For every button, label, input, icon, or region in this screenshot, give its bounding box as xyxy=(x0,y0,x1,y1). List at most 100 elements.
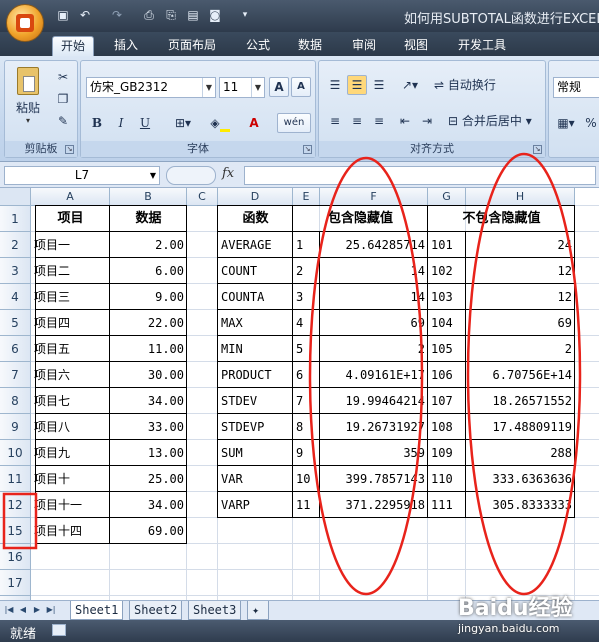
function-name-cell[interactable]: STDEV xyxy=(218,388,293,414)
item-name-cell[interactable]: 项目十一 xyxy=(31,492,110,518)
row-header-3[interactable]: 3 xyxy=(0,258,31,284)
include-hidden-value-cell[interactable]: 19.26731927 xyxy=(320,414,428,440)
function-name-cell[interactable]: MIN xyxy=(218,336,293,362)
item-name-cell[interactable]: 项目三 xyxy=(31,284,110,310)
item-name-cell[interactable]: 项目五 xyxy=(31,336,110,362)
copy-icon[interactable]: ❐ xyxy=(53,89,73,109)
align-center-icon[interactable]: ≡ xyxy=(347,111,367,131)
select-all-corner[interactable] xyxy=(0,188,31,206)
function-code-cell[interactable]: 8 xyxy=(293,414,320,440)
number-format-select[interactable]: 常规 xyxy=(553,77,599,98)
sheet-tab-3[interactable]: Sheet3 xyxy=(188,601,242,620)
function-code-hidden-cell[interactable]: 110 xyxy=(428,466,466,492)
bold-button[interactable]: B xyxy=(87,113,107,133)
function-code-cell[interactable]: 1 xyxy=(293,232,320,258)
header-exclude-hidden[interactable]: 不包含隐藏值 xyxy=(428,206,575,232)
function-name-cell[interactable]: COUNT xyxy=(218,258,293,284)
tab-home[interactable]: 开始 xyxy=(52,36,95,56)
currency-format-icon[interactable]: ▦▾ xyxy=(553,113,579,133)
font-color-button[interactable]: A xyxy=(239,113,269,133)
exclude-hidden-value-cell[interactable]: 12 xyxy=(466,258,575,284)
macro-record-icon[interactable] xyxy=(52,624,66,636)
function-name-cell[interactable]: AVERAGE xyxy=(218,232,293,258)
row-header-5[interactable]: 5 xyxy=(0,310,31,336)
item-value-cell[interactable]: 69.00 xyxy=(110,518,187,544)
row-header-6[interactable]: 6 xyxy=(0,336,31,362)
function-code-hidden-cell[interactable]: 102 xyxy=(428,258,466,284)
row-header-17[interactable]: 17 xyxy=(0,570,31,596)
prev-sheet-icon[interactable]: ◀ xyxy=(18,604,28,616)
column-header-D[interactable]: D xyxy=(218,188,293,206)
function-code-hidden-cell[interactable]: 104 xyxy=(428,310,466,336)
fill-color-icon[interactable]: ◈ xyxy=(205,113,235,133)
font-size-select[interactable]: 11 ▼ xyxy=(219,77,265,98)
function-name-cell[interactable]: COUNTA xyxy=(218,284,293,310)
name-box[interactable]: L7 ▼ xyxy=(4,166,160,185)
item-value-cell[interactable]: 22.00 xyxy=(110,310,187,336)
function-code-cell[interactable]: 5 xyxy=(293,336,320,362)
camera-icon[interactable]: ◙ xyxy=(208,8,222,22)
item-name-cell[interactable]: 项目七 xyxy=(31,388,110,414)
formula-bar-resize-handle[interactable] xyxy=(166,166,216,185)
function-code-hidden-cell[interactable]: 109 xyxy=(428,440,466,466)
item-value-cell[interactable]: 9.00 xyxy=(110,284,187,310)
tab-data[interactable]: 数据 xyxy=(290,36,330,56)
item-name-cell[interactable]: 项目二 xyxy=(31,258,110,284)
item-name-cell[interactable]: 项目六 xyxy=(31,362,110,388)
worksheet-grid[interactable]: ABCDEFGH 1 2 3 4 5 6 7 8 9 10 11 12 15 16 17 项目 数据 项目一 2.… xyxy=(0,188,599,600)
cut-icon[interactable]: ✂ xyxy=(53,67,73,87)
include-hidden-value-cell[interactable]: 359 xyxy=(320,440,428,466)
item-name-cell[interactable]: 项目四 xyxy=(31,310,110,336)
item-value-cell[interactable]: 11.00 xyxy=(110,336,187,362)
merge-center-button[interactable]: ⊟ 合并后居中 ▾ xyxy=(447,111,543,131)
row-header-1[interactable]: 1 xyxy=(0,206,31,232)
print-preview-icon[interactable]: ⎙ xyxy=(142,8,156,22)
exclude-hidden-value-cell[interactable]: 288 xyxy=(466,440,575,466)
shrink-font-button[interactable]: A xyxy=(291,77,311,97)
row-header-12[interactable]: 12 xyxy=(0,492,31,518)
decrease-indent-icon[interactable]: ⇤ xyxy=(395,111,415,131)
column-header-G[interactable]: G xyxy=(428,188,466,206)
align-left-icon[interactable]: ≡ xyxy=(325,111,345,131)
tab-formulas[interactable]: 公式 xyxy=(238,36,278,56)
office-button[interactable] xyxy=(6,4,44,42)
function-code-cell[interactable]: 10 xyxy=(293,466,320,492)
function-code-hidden-cell[interactable]: 103 xyxy=(428,284,466,310)
exclude-hidden-value-cell[interactable]: 17.48809119 xyxy=(466,414,575,440)
include-hidden-value-cell[interactable]: 4.09161E+17 xyxy=(320,362,428,388)
exclude-hidden-value-cell[interactable]: 305.8333333 xyxy=(466,492,575,518)
item-value-cell[interactable]: 33.00 xyxy=(110,414,187,440)
header-function[interactable]: 函数 xyxy=(218,206,293,232)
save-as-icon[interactable]: ▤ xyxy=(186,8,200,22)
include-hidden-value-cell[interactable]: 399.7857143 xyxy=(320,466,428,492)
wrap-text-button[interactable]: ⇌ 自动换行 xyxy=(433,75,543,95)
clipboard-launcher-icon[interactable]: ↘ xyxy=(65,145,74,154)
exclude-hidden-value-cell[interactable]: 333.6363636 xyxy=(466,466,575,492)
row-header-4[interactable]: 4 xyxy=(0,284,31,310)
align-top-icon[interactable]: ☰ xyxy=(325,75,345,95)
header-data[interactable]: 数据 xyxy=(110,206,187,232)
align-right-icon[interactable]: ≡ xyxy=(369,111,389,131)
row-header-8[interactable]: 8 xyxy=(0,388,31,414)
formula-input[interactable] xyxy=(244,166,596,185)
exclude-hidden-value-cell[interactable]: 18.26571552 xyxy=(466,388,575,414)
header-item[interactable]: 项目 xyxy=(31,206,110,232)
exclude-hidden-value-cell[interactable]: 6.70756E+14 xyxy=(466,362,575,388)
column-header-B[interactable]: B xyxy=(110,188,187,206)
item-name-cell[interactable]: 项目九 xyxy=(31,440,110,466)
tab-review[interactable]: 审阅 xyxy=(344,36,384,56)
item-value-cell[interactable]: 30.00 xyxy=(110,362,187,388)
item-name-cell[interactable]: 项目八 xyxy=(31,414,110,440)
item-name-cell[interactable]: 项目十 xyxy=(31,466,110,492)
row-header-2[interactable]: 2 xyxy=(0,232,31,258)
function-name-cell[interactable]: VAR xyxy=(218,466,293,492)
tab-insert[interactable]: 插入 xyxy=(106,36,146,56)
function-code-hidden-cell[interactable]: 101 xyxy=(428,232,466,258)
function-code-cell[interactable]: 6 xyxy=(293,362,320,388)
item-value-cell[interactable]: 25.00 xyxy=(110,466,187,492)
function-name-cell[interactable]: SUM xyxy=(218,440,293,466)
sheet-tab-2[interactable]: Sheet2 xyxy=(129,601,183,620)
column-header-C[interactable]: C xyxy=(187,188,218,206)
tab-page-layout[interactable]: 页面布局 xyxy=(160,36,224,56)
font-name-select[interactable]: 仿宋_GB2312 ▼ xyxy=(86,77,216,98)
